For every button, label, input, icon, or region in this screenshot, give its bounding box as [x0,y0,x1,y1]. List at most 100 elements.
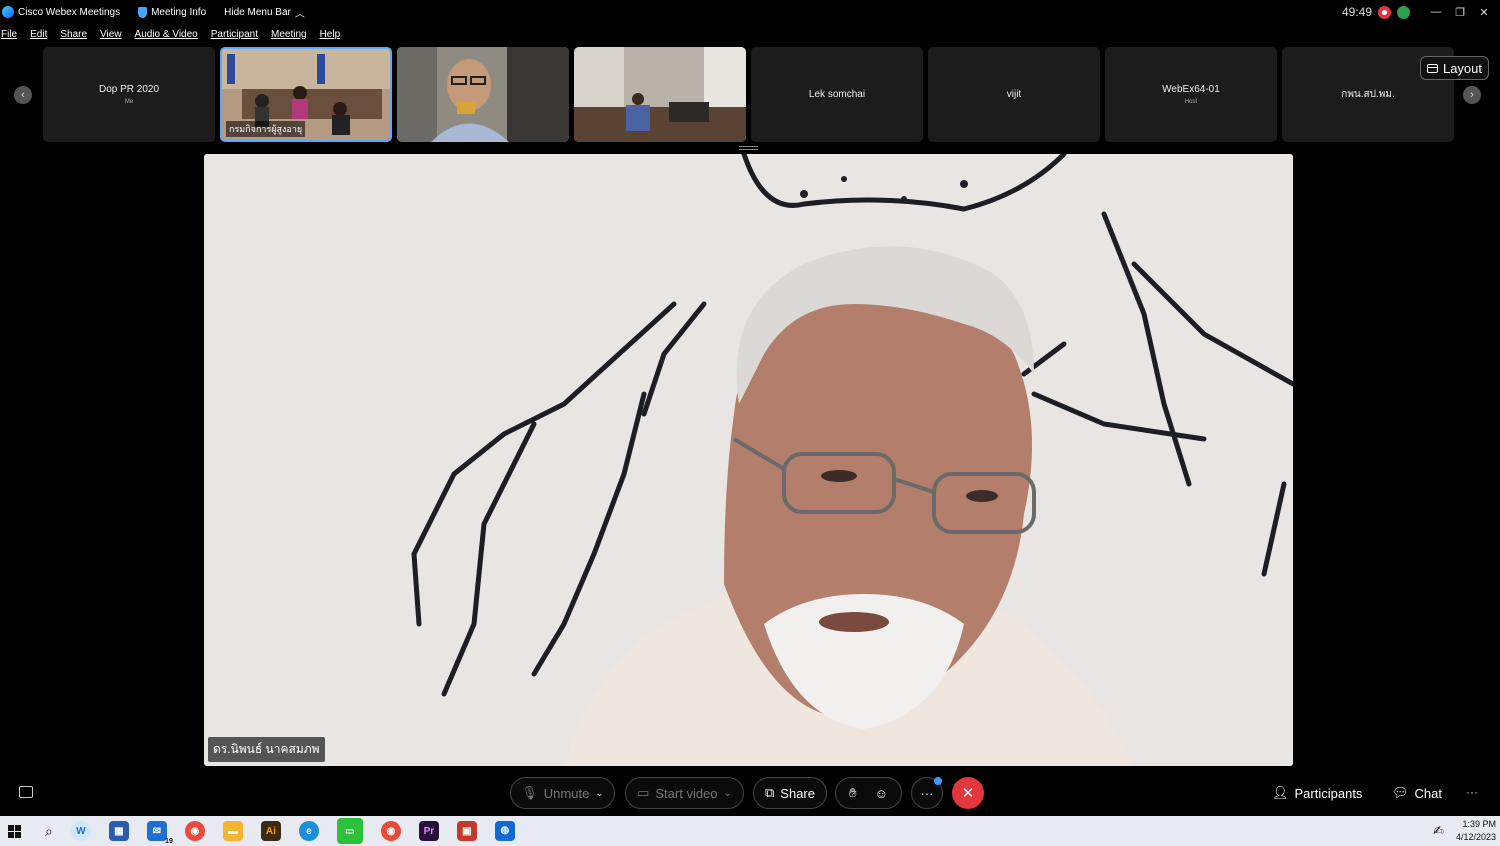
windows-taskbar: ⌕ W ▦ ✉ 19 ◉ ▬ Ai e ▭ ◉ Pr ▣ ◍ ✍︎ 1:39 PM… [0,816,1500,846]
participant-tile[interactable]: Dop PR 2020 Me [43,47,215,142]
chevron-up-icon: ︿ [294,8,305,20]
participant-video-label: กรมกิจการผู้สูงอายุ [226,121,306,137]
chevron-down-icon[interactable]: ⌄ [724,788,732,799]
filmstrip-next-button[interactable]: › [1463,86,1481,104]
person-icon: 👤︎ [1272,785,1289,800]
participant-video-man-glasses [397,47,569,142]
search-icon[interactable]: ⌕ [45,823,53,840]
participant-role: Host [1184,99,1198,105]
unmute-button[interactable]: 🎙︎ Unmute ⌄ [510,777,615,809]
webex-logo-icon [2,6,14,18]
raise-hand-icon[interactable]: ✋︎ [849,785,856,801]
store-icon[interactable]: ▦ [108,821,129,841]
menu-view[interactable]: View [100,29,122,40]
clock-time: 1:39 PM [1462,819,1496,829]
chat-label: Chat [1414,785,1442,801]
speaker-name-label: ดร.นิพนธ์ นาคสมภพ [208,737,325,762]
microphone-muted-icon: 🎙︎ [521,785,538,800]
menu-share[interactable]: Share [60,29,87,40]
hide-menu-bar-label: Hide Menu Bar [224,6,291,18]
participant-name: Dop PR 2020 [98,84,160,95]
clock[interactable]: 1:39 PM 4/12/2023 [1456,818,1496,844]
app-title: Cisco Webex Meetings [0,6,120,18]
layout-icon [1426,63,1438,73]
filmstrip-prev-button[interactable]: ‹ [14,86,32,104]
minimize-icon[interactable]: — [1424,0,1448,24]
chat-button[interactable]: 💬︎ Chat [1392,782,1442,804]
notification-dot [934,777,942,785]
chrome-icon[interactable]: ◉ [184,821,205,841]
panel-more-icon[interactable]: ··· [1466,785,1478,799]
share-label: Share [780,785,815,801]
participant-tile-video-active[interactable]: กรมกิจการผู้สูงอายุ [220,47,392,142]
resize-handle[interactable] [739,146,758,150]
chevron-down-icon[interactable]: ⌄ [595,788,603,799]
participant-tile[interactable]: Lek somchai [751,47,923,142]
menu-file[interactable]: File [1,29,17,40]
more-icon: ··· [920,785,934,801]
restore-icon[interactable]: ❐ [1448,0,1472,24]
active-speaker-video[interactable]: ดร.นิพนธ์ นาคสมภพ [204,154,1293,766]
photos-icon[interactable]: ▣ [456,821,477,841]
menu-bar: File Edit Share View Audio & Video Parti… [0,26,352,42]
participants-label: Participants [1294,785,1363,801]
menu-edit[interactable]: Edit [30,29,47,40]
system-tray: ✍︎ 1:39 PM 4/12/2023 [1433,816,1500,846]
clock-date: 4/12/2023 [1455,832,1496,842]
participant-tile[interactable]: vijit [928,47,1100,142]
edge-icon[interactable]: e [298,821,319,841]
menu-meeting[interactable]: Meeting [271,29,307,40]
participant-tile-video[interactable] [397,47,569,142]
pen-icon[interactable]: ✍︎ [1433,823,1444,839]
windows-start-icon[interactable] [8,824,21,838]
unmute-label: Unmute [543,785,590,801]
line-app-icon[interactable]: ▭ [336,818,363,844]
hide-menu-bar-button[interactable]: Hide Menu Bar ︿ [224,5,305,20]
participant-video-office [574,47,746,142]
layout-button[interactable]: Layout [1420,56,1489,80]
start-video-label: Start video [655,785,718,801]
app-name: Cisco Webex Meetings [18,6,121,18]
start-video-button[interactable]: ▭ Start video ⌄ [625,777,744,809]
webex-window: Cisco Webex Meetings Meeting Info Hide M… [0,0,1500,846]
share-button[interactable]: ⧉ Share [753,777,827,809]
layout-label: Layout [1442,60,1483,76]
title-bar: Cisco Webex Meetings Meeting Info Hide M… [0,0,1500,24]
reactions-group: ✋︎ ☺ [835,777,902,809]
participant-name: vijit [1006,89,1022,100]
participant-tile[interactable]: WebEx64-01 Host [1105,47,1277,142]
menu-help[interactable]: Help [320,29,341,40]
captions-icon[interactable] [19,786,33,798]
share-screen-icon: ⧉ [765,785,775,800]
meeting-info-button[interactable]: Meeting Info [138,6,207,18]
recording-icon[interactable] [1378,5,1391,19]
meeting-timer: 49:49 [1341,5,1372,19]
participants-button[interactable]: 👤︎ Participants [1272,782,1362,804]
menu-participant[interactable]: Participant [211,29,258,40]
shield-icon [138,6,148,18]
participant-tile-video[interactable] [574,47,746,142]
chrome-icon[interactable]: ◉ [380,821,401,841]
chat-bubble-icon: 💬︎ [1392,785,1409,800]
illustrator-icon[interactable]: Ai [260,821,281,841]
webex-app-icon[interactable]: W [70,821,91,841]
leave-meeting-button[interactable]: ✕ [952,777,984,809]
participant-role: Me [124,99,134,105]
participant-name: WebEx64-01 [1162,84,1220,95]
close-icon: ✕ [961,785,975,802]
video-off-icon: ▭ [637,785,650,800]
participant-name: Lek somchai [808,89,866,100]
mail-badge: 19 [165,838,173,845]
mail-icon[interactable]: ✉ 19 [146,821,173,845]
emoji-reaction-icon[interactable]: ☺ [875,786,888,801]
speaker-video-feed [204,154,1293,766]
menu-audio-video[interactable]: Audio & Video [135,29,198,40]
webex-meetings-icon[interactable]: ◍ [494,821,515,841]
premiere-icon[interactable]: Pr [418,821,439,841]
file-explorer-icon[interactable]: ▬ [222,821,243,841]
close-icon[interactable]: ✕ [1472,0,1496,24]
meeting-info-label: Meeting Info [151,6,207,18]
title-bar-right: 49:49 — ❐ ✕ [1342,0,1500,24]
participant-name: กพน.สป.พม. [1341,89,1395,100]
network-health-icon[interactable] [1397,5,1410,19]
